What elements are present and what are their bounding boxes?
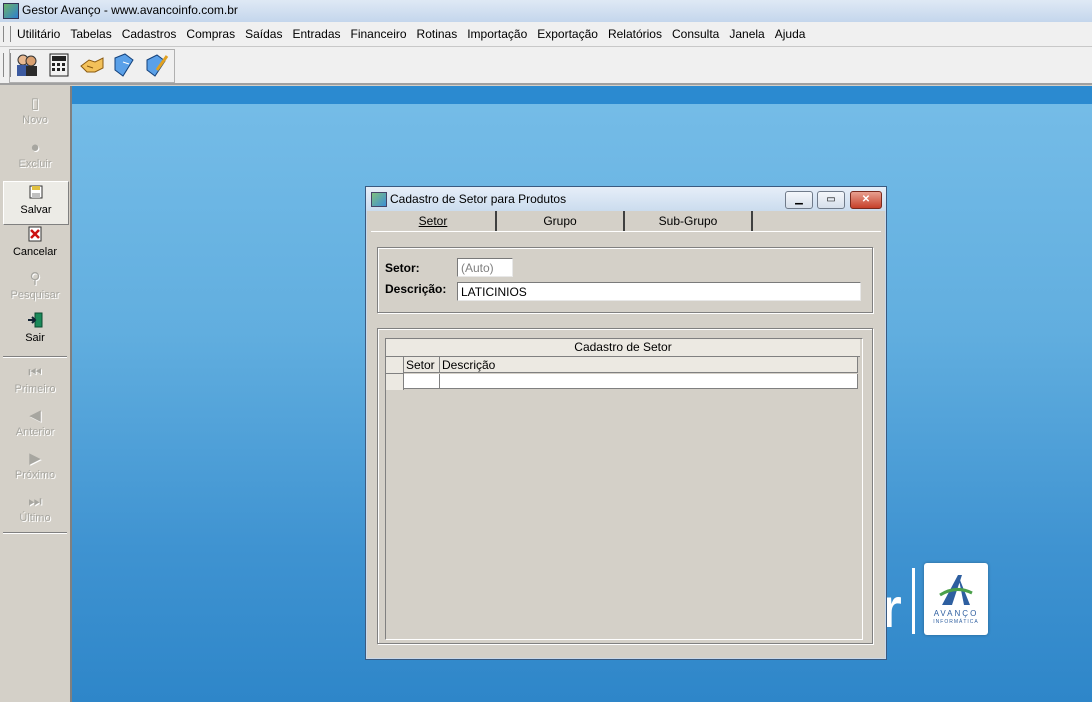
users-icon[interactable] [13,52,41,78]
menubar-grip[interactable] [3,26,11,42]
previous-button-label: Anterior [15,426,55,438]
background-divider [912,568,915,634]
maximize-button[interactable]: ▭ [817,191,845,209]
grid-cell-setor[interactable] [404,374,440,389]
menu-exportacao[interactable]: Exportação [532,27,603,41]
delete-icon: ● [30,139,40,156]
previous-icon: ◀ [29,407,41,424]
dialog-icon [371,192,387,207]
dialog-title: Cadastro de Setor para Produtos [390,192,567,206]
next-button[interactable]: ▶ Próximo [3,447,67,489]
search-button-label: Pesquisar [10,289,60,301]
menu-financeiro[interactable]: Financeiro [346,27,412,41]
cancel-icon [3,226,67,246]
book-icon[interactable] [110,52,138,78]
menu-entradas[interactable]: Entradas [287,27,345,41]
next-icon: ▶ [29,450,41,467]
descricao-label: Descrição: [385,282,447,296]
setor-grid[interactable]: Cadastro de Setor Setor Descrição [385,338,863,640]
avanco-logo-mark [939,575,973,605]
new-button[interactable]: ▯ Novo [3,92,67,134]
avanco-logo: AVANÇO INFORMÁTICA [924,563,988,635]
dialog-titlebar[interactable]: Cadastro de Setor para Produtos ▁ ▭ ✕ [366,187,886,211]
desktop-top-stripe [72,86,1092,104]
sidebar-divider [3,356,67,358]
toolbar [0,47,1092,85]
minimize-button[interactable]: ▁ [785,191,813,209]
app-title: Gestor Avanço - www.avancoinfo.com.br [22,3,238,17]
column-header-setor[interactable]: Setor [404,357,440,373]
save-button[interactable]: Salvar [3,181,69,225]
form-group: Setor: (Auto) Descrição: LATICINIOS [377,247,873,313]
first-button-label: Primeiro [14,383,56,395]
menu-utilitario[interactable]: Utilitário [12,27,65,41]
menu-janela[interactable]: Janela [724,27,769,41]
tab-sub-grupo[interactable]: Sub-Grupo [625,211,753,231]
tab-grupo[interactable]: Grupo [497,211,625,231]
setor-label: Setor: [385,261,420,275]
first-button[interactable]: ⏮ Primeiro [3,361,67,403]
grid-caption: Cadastro de Setor [386,339,860,357]
first-icon: ⏮ [28,364,42,381]
sidebar-bottom-divider [3,532,67,534]
descricao-field[interactable]: LATICINIOS [457,282,861,301]
handshake-icon[interactable] [78,52,106,78]
maximize-icon: ▭ [826,194,836,205]
delete-button-label: Excluir [18,158,52,170]
new-document-icon: ▯ [30,95,40,112]
search-icon: ⚲ [29,270,41,287]
previous-button[interactable]: ◀ Anterior [3,404,67,446]
dialog-tabs: Setor Grupo Sub-Grupo [371,211,881,233]
grid-cell-descricao[interactable] [440,374,858,389]
exit-button[interactable]: Sair [3,310,67,352]
menu-cadastros[interactable]: Cadastros [117,27,182,41]
last-button[interactable]: ⏭ Último [3,490,67,532]
close-button[interactable]: ✕ [850,191,882,209]
column-header-descricao[interactable]: Descrição [440,357,858,373]
last-button-label: Último [19,512,51,524]
new-button-label: Novo [22,114,48,126]
app-titlebar: Gestor Avanço - www.avancoinfo.com.br [0,0,1092,23]
save-icon [4,184,68,204]
menu-bar: Utilitário Tabelas Cadastros Compras Saí… [0,22,1092,47]
next-button-label: Próximo [14,469,56,481]
last-icon: ⏭ [28,493,42,510]
menu-consulta[interactable]: Consulta [667,27,724,41]
search-button[interactable]: ⚲ Pesquisar [3,267,67,309]
delete-button[interactable]: ● Excluir [3,136,67,178]
cancel-button-label: Cancelar [12,246,58,258]
save-button-label: Salvar [20,204,52,216]
menu-saidas[interactable]: Saídas [240,27,287,41]
cancel-button[interactable]: Cancelar [3,224,67,266]
menu-compras[interactable]: Compras [181,27,240,41]
menu-tabelas[interactable]: Tabelas [65,27,116,41]
action-sidebar: ▯ Novo ● Excluir Salvar Cancelar ⚲ Pesqu… [0,86,72,702]
tab-setor[interactable]: Setor [371,211,497,231]
row-indicator-column [386,357,404,390]
setor-dialog: Cadastro de Setor para Produtos ▁ ▭ ✕ Se… [365,186,887,660]
setor-field[interactable]: (Auto) [457,258,513,277]
menu-relatorios[interactable]: Relatórios [603,27,667,41]
minimize-icon: ▁ [795,194,803,205]
close-icon: ✕ [861,194,871,205]
menu-importacao[interactable]: Importação [462,27,532,41]
logo-subtitle: INFORMÁTICA [933,619,979,625]
app-icon [3,3,19,19]
tab-underline [371,231,881,232]
exit-icon [3,312,67,332]
menu-rotinas[interactable]: Rotinas [412,27,463,41]
grid-group: Cadastro de Setor Setor Descrição [377,328,873,644]
exit-button-label: Sair [25,332,45,344]
menu-ajuda[interactable]: Ajuda [770,27,811,41]
book-pencil-icon[interactable] [142,52,170,78]
calculator-icon[interactable] [45,52,73,78]
logo-brand: AVANÇO [933,609,979,618]
